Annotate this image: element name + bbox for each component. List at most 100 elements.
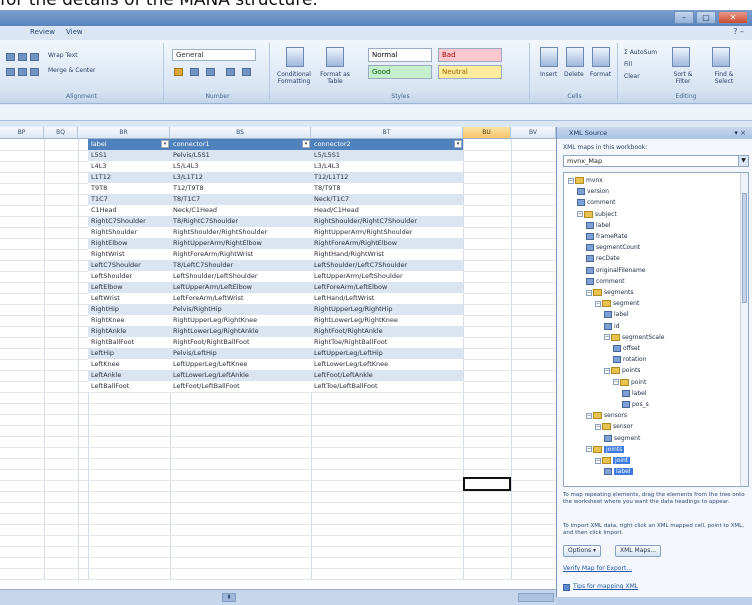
filter-dropdown-icon[interactable]: ▾ [302,140,310,148]
table-cell[interactable]: RightToe/RightBallFoot [311,337,463,348]
table-header-label[interactable]: label ▾ [88,139,170,150]
table-header-connector2[interactable]: connector2 ▾ [311,139,463,150]
table-cell[interactable]: LeftShoulder [88,271,170,282]
column-header[interactable]: BT [311,127,463,139]
collapse-toggle-icon[interactable]: − [595,300,601,307]
percent-icon[interactable] [190,68,199,76]
table-cell[interactable]: RightHand/RightWrist [311,249,463,260]
increase-decimal-icon[interactable] [226,68,235,76]
table-cell[interactable]: RightForeArm/RightWrist [170,249,311,260]
insert-icon[interactable] [540,47,558,67]
style-bad[interactable]: Bad [438,48,502,62]
table-cell[interactable]: C1Head [88,205,170,216]
sort-filter-button[interactable]: Sort & Filter [668,71,698,85]
table-cell[interactable]: Pelvis/RightHip [170,304,311,315]
align-right-icon[interactable] [30,53,39,61]
tree-node[interactable]: comment [586,277,625,286]
table-cell[interactable]: LeftKnee [88,359,170,370]
comma-icon[interactable] [206,68,215,76]
decrease-indent-icon[interactable] [18,68,27,76]
table-cell[interactable]: T12/L1T12 [311,172,463,183]
find-select-icon[interactable] [712,47,730,67]
table-cell[interactable]: LeftHip [88,348,170,359]
table-cell[interactable]: LeftToe/LeftBallFoot [311,381,463,392]
table-cell[interactable]: LeftLowerLeg/LeftKnee [311,359,463,370]
table-cell[interactable]: RightBallFoot [88,337,170,348]
column-header-selected[interactable]: BU [463,127,511,139]
tree-node[interactable]: id [604,322,619,331]
table-cell[interactable]: T8/LeftC7Shoulder [170,260,311,271]
tree-node[interactable]: segment [604,434,640,443]
table-cell[interactable]: LeftC7Shoulder [88,260,170,271]
format-button[interactable]: Format [590,71,611,78]
table-cell[interactable]: L4L3 [88,161,170,172]
sheet-view-controls[interactable] [518,593,554,602]
tree-node[interactable]: segmentCount [586,243,640,252]
maximize-button[interactable]: ▢ [696,11,716,24]
table-cell[interactable]: RightKnee [88,315,170,326]
tree-node[interactable]: − mvnx [568,176,603,185]
close-button[interactable]: ✕ [718,11,748,24]
table-cell[interactable]: LeftFoot/LeftAnkle [311,370,463,381]
table-cell[interactable]: T9T8 [88,183,170,194]
tab-review[interactable]: Review [30,28,55,36]
tree-node[interactable]: − points [604,366,640,375]
table-cell[interactable]: LeftUpperArm/LeftElbow [170,282,311,293]
table-cell[interactable]: T1C7 [88,194,170,205]
table-cell[interactable]: LeftShoulder/LeftShoulder [170,271,311,282]
table-cell[interactable]: LeftAnkle [88,370,170,381]
table-cell[interactable]: RightC7Shoulder [88,216,170,227]
tips-link[interactable]: Tips for mapping XML [573,583,638,590]
sort-filter-icon[interactable] [672,47,690,67]
tree-node[interactable]: − sensor [595,422,633,431]
xml-map-select[interactable]: mvnx_Map ▼ [563,155,749,167]
table-cell[interactable]: LeftFoot/LeftBallFoot [170,381,311,392]
format-as-table-button[interactable]: Format as Table [318,71,352,85]
increase-indent-icon[interactable] [30,68,39,76]
table-cell[interactable]: LeftUpperLeg/LeftHip [311,348,463,359]
tree-node[interactable]: − joints [586,445,625,454]
horizontal-scrollbar[interactable]: ▮ [0,589,556,605]
table-cell[interactable]: T8/RightC7Shoulder [170,216,311,227]
table-cell[interactable]: RightShoulder/RightShoulder [170,227,311,238]
collapse-toggle-icon[interactable]: − [604,334,610,341]
table-cell[interactable]: Neck/C1Head [170,205,311,216]
table-cell[interactable]: L3/L4L3 [311,161,463,172]
table-cell[interactable]: RightUpperLeg/RightHip [311,304,463,315]
justify-icon[interactable] [6,68,15,76]
tab-view[interactable]: View [66,28,83,36]
minimize-button[interactable]: – [674,11,694,24]
formula-bar[interactable] [0,105,752,121]
table-cell[interactable]: RightLowerLeg/RightKnee [311,315,463,326]
column-header[interactable]: BP [0,127,44,139]
tree-scrollbar[interactable] [740,173,748,486]
verify-map-link[interactable]: Verify Map for Export... [563,565,632,572]
format-icon[interactable] [592,47,610,67]
table-cell[interactable]: Neck/T1C7 [311,194,463,205]
decrease-decimal-icon[interactable] [242,68,251,76]
table-cell[interactable]: RightFoot/RightAnkle [311,326,463,337]
table-cell[interactable]: LeftBallFoot [88,381,170,392]
collapse-toggle-icon[interactable]: − [595,457,601,464]
table-cell[interactable]: Head/C1Head [311,205,463,216]
table-cell[interactable]: LeftUpperArm/LeftShoulder [311,271,463,282]
table-cell[interactable]: RightShoulder/RightC7Shoulder [311,216,463,227]
table-cell[interactable]: LeftWrist [88,293,170,304]
align-left-icon[interactable] [6,53,15,61]
style-good[interactable]: Good [368,65,432,79]
help-controls[interactable]: ? – [733,27,744,36]
table-cell[interactable]: LeftElbow [88,282,170,293]
fill-button[interactable]: Fill [624,61,632,68]
align-center-icon[interactable] [18,53,27,61]
tree-node[interactable]: − segments [586,288,633,297]
collapse-toggle-icon[interactable]: − [595,423,601,430]
table-cell[interactable]: RightWrist [88,249,170,260]
tree-node[interactable]: recDate [586,254,620,263]
delete-icon[interactable] [566,47,584,67]
table-cell[interactable]: RightLowerLeg/RightAnkle [170,326,311,337]
collapse-toggle-icon[interactable]: − [586,446,592,453]
insert-button[interactable]: Insert [540,71,557,78]
table-cell[interactable]: RightShoulder [88,227,170,238]
number-format-select[interactable]: General [172,49,256,61]
tree-node[interactable]: offset [613,344,640,353]
